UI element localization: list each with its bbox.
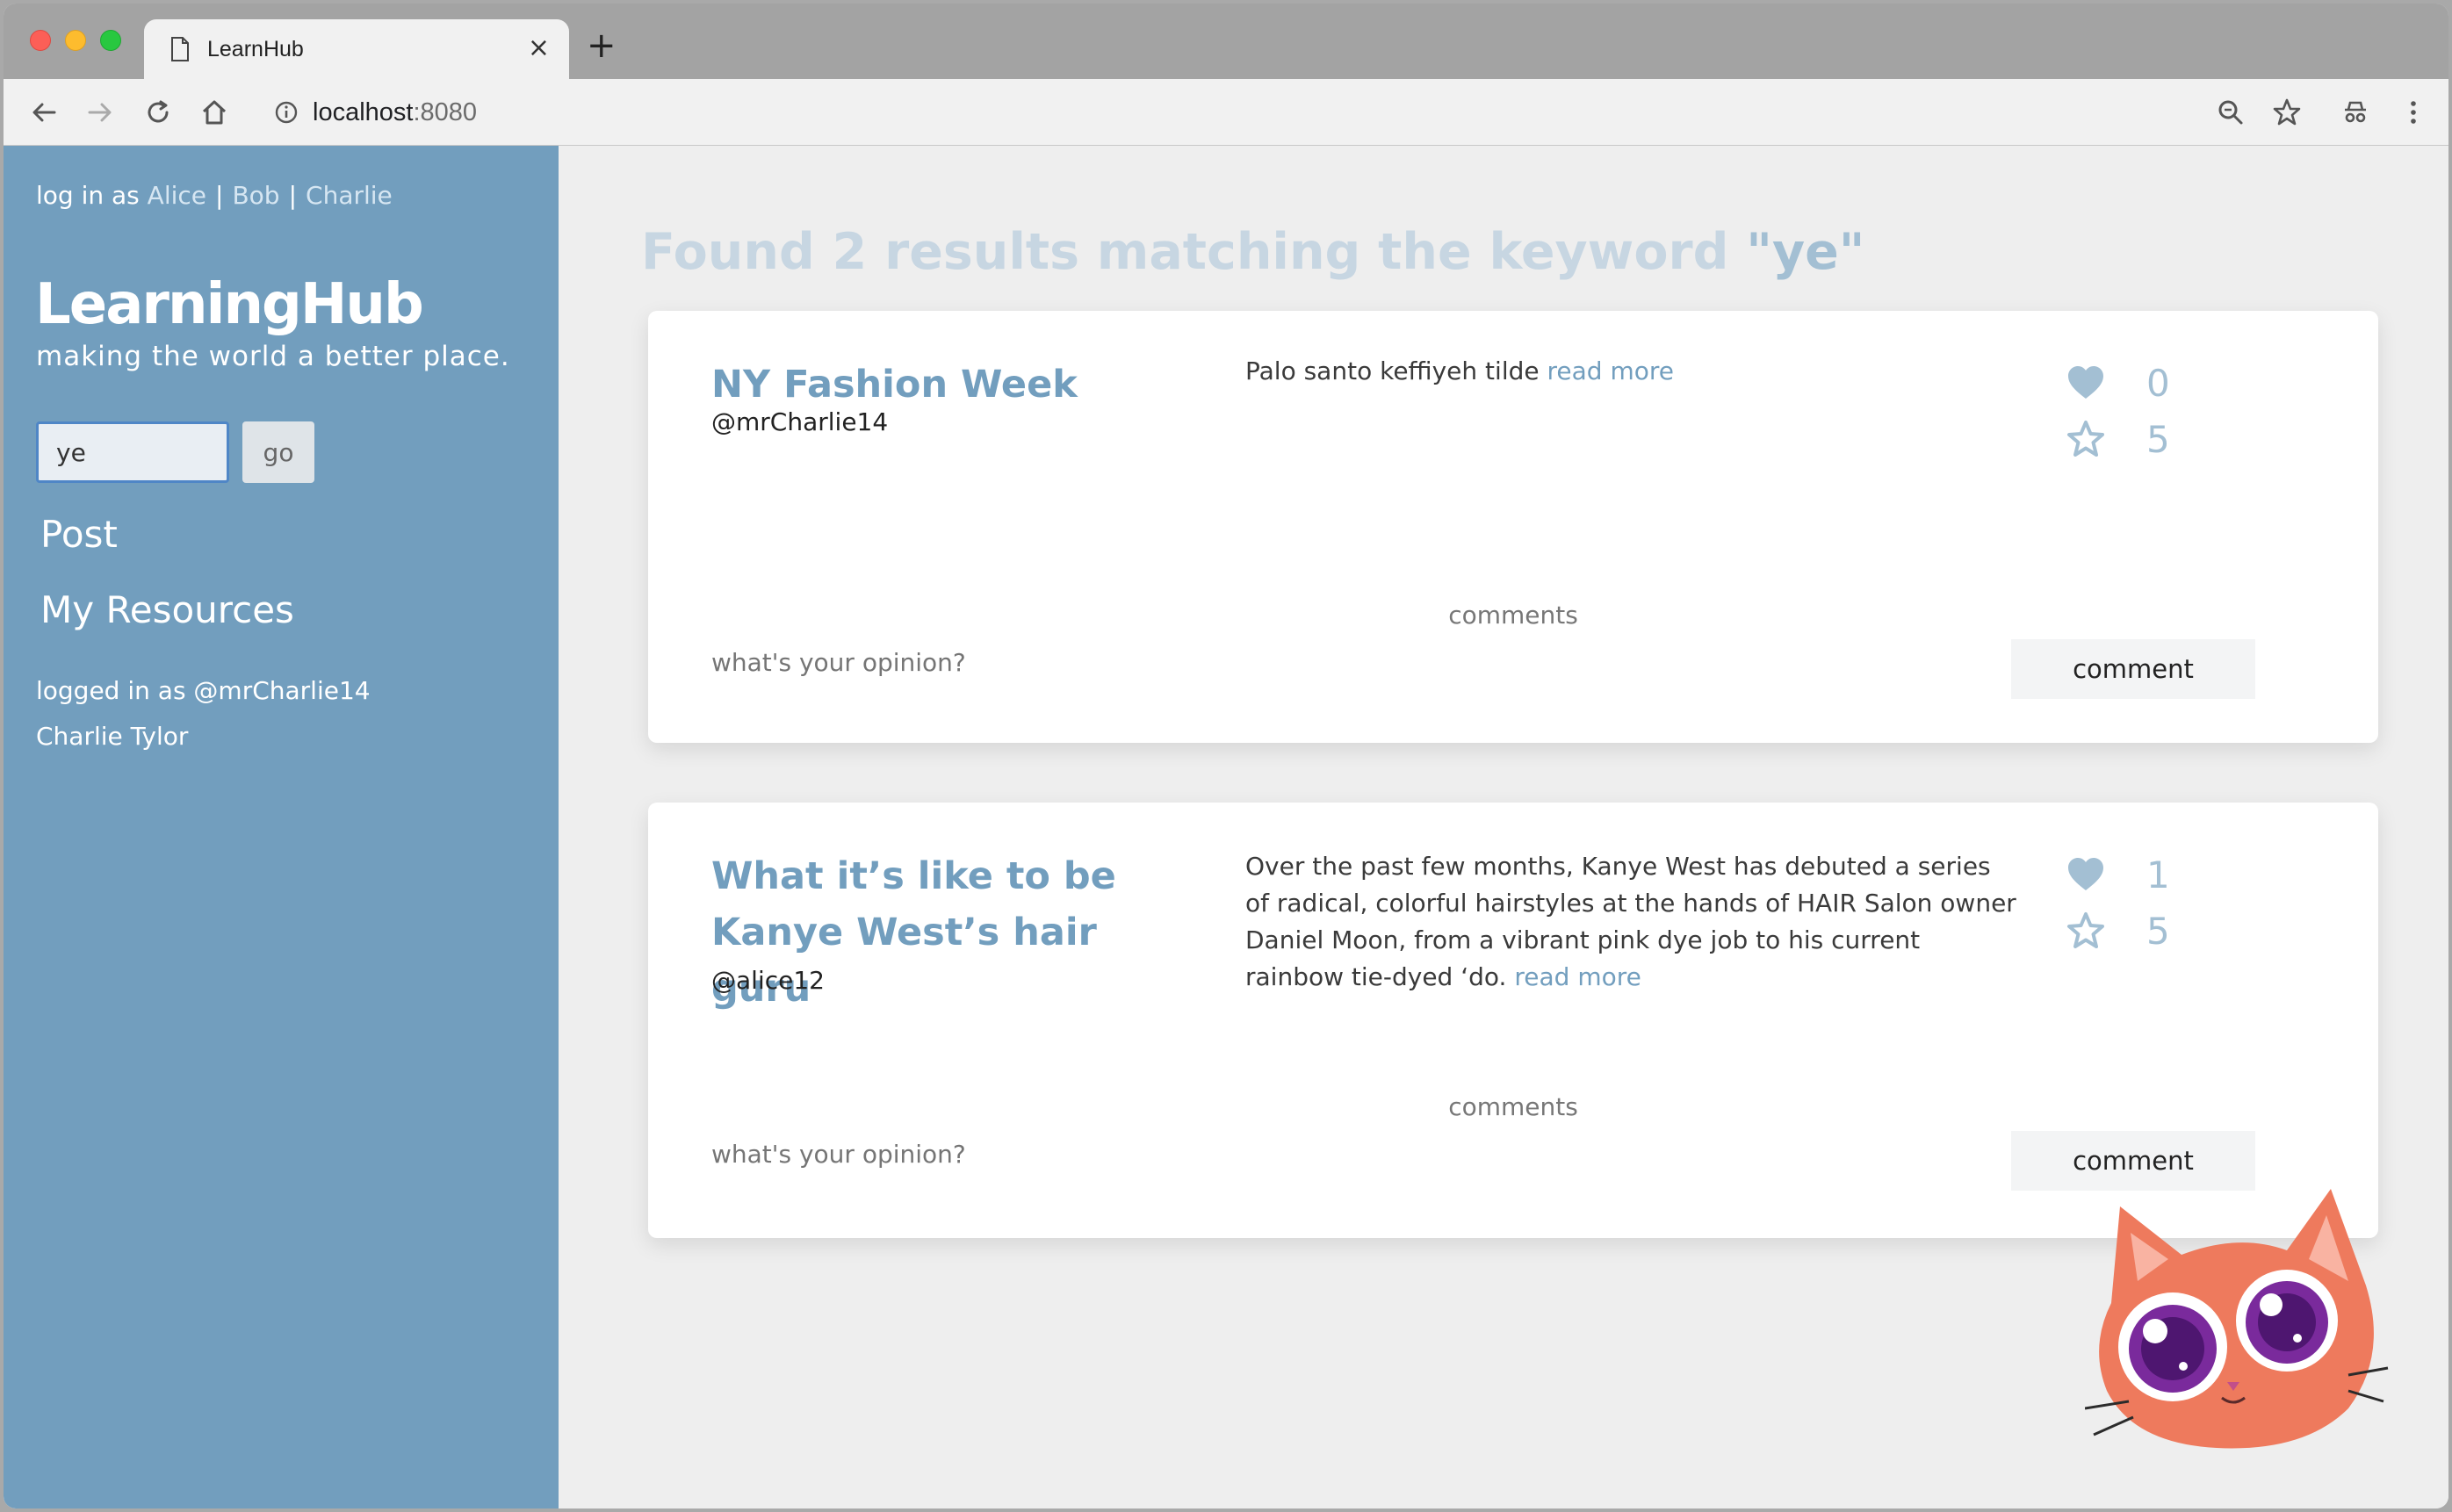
page-content: log in as Alice | Bob | Charlie LearningHub … bbox=[4, 146, 2448, 1508]
logged-in-status: logged in as @mrCharlie14 bbox=[36, 676, 371, 705]
user-full-name: Charlie Tylor bbox=[36, 722, 189, 751]
heart-icon[interactable] bbox=[2066, 364, 2106, 402]
star-icon[interactable] bbox=[2066, 911, 2106, 950]
go-button[interactable]: go bbox=[242, 421, 314, 483]
search-input[interactable] bbox=[36, 421, 229, 483]
tab-close-icon[interactable]: × bbox=[528, 35, 550, 61]
reload-icon[interactable] bbox=[142, 97, 174, 128]
star-count: 5 bbox=[2146, 418, 2170, 461]
address-bar[interactable]: localhost:8080 bbox=[251, 88, 2324, 137]
like-count: 0 bbox=[2146, 362, 2170, 405]
login-charlie-link[interactable]: Charlie bbox=[306, 181, 393, 210]
back-arrow-icon[interactable] bbox=[28, 97, 60, 128]
minimize-window-button[interactable] bbox=[65, 30, 86, 51]
comments-label: comments bbox=[1448, 1092, 1578, 1121]
home-icon[interactable] bbox=[198, 97, 230, 128]
resource-description: Over the past few months, Kanye West has… bbox=[1245, 852, 2016, 991]
info-icon[interactable] bbox=[274, 100, 299, 125]
login-switcher: log in as Alice | Bob | Charlie bbox=[36, 181, 393, 210]
login-bob-link[interactable]: Bob bbox=[232, 181, 279, 210]
bookmark-star-icon[interactable] bbox=[2271, 97, 2303, 128]
close-window-button[interactable] bbox=[30, 30, 51, 51]
comment-button[interactable]: comment bbox=[2011, 639, 2255, 699]
cat-mascot-icon[interactable] bbox=[2085, 1171, 2392, 1452]
forward-arrow-icon[interactable] bbox=[84, 97, 116, 128]
browser-tab[interactable]: LearnHub × bbox=[144, 19, 569, 81]
comments-label: comments bbox=[1448, 601, 1578, 630]
browser-window: LearnHub × + localhost:8080 log in as Al… bbox=[4, 4, 2448, 1508]
resource-description: Palo santo keffiyeh tilde read more bbox=[1245, 356, 1674, 385]
browser-toolbar: localhost:8080 bbox=[4, 79, 2448, 146]
nav-post-link[interactable]: Post bbox=[40, 513, 118, 556]
maximize-window-button[interactable] bbox=[100, 30, 121, 51]
brand-logo[interactable]: LearningHub bbox=[35, 272, 424, 337]
result-card: NY Fashion Week @mrCharlie14 Palo santo … bbox=[648, 311, 2378, 743]
star-icon[interactable] bbox=[2066, 420, 2106, 458]
login-prefix: log in as bbox=[36, 181, 140, 210]
opinion-input[interactable] bbox=[711, 1140, 1326, 1169]
resource-title-link[interactable]: NY Fashion Week bbox=[711, 356, 1203, 413]
resource-author[interactable]: @mrCharlie14 bbox=[711, 407, 888, 436]
results-heading: Found 2 results matching the keyword "ye… bbox=[641, 223, 1865, 281]
zoom-icon[interactable] bbox=[2215, 97, 2246, 128]
menu-kebab-icon[interactable] bbox=[2398, 97, 2429, 128]
opinion-input[interactable] bbox=[711, 648, 1326, 677]
search-keyword: "ye" bbox=[1746, 223, 1865, 281]
new-tab-button[interactable]: + bbox=[587, 28, 617, 63]
window-controls bbox=[30, 30, 121, 51]
tab-title: LearnHub bbox=[207, 37, 304, 61]
like-count: 1 bbox=[2146, 853, 2170, 896]
heart-icon[interactable] bbox=[2066, 855, 2106, 894]
page-icon bbox=[171, 37, 189, 61]
separator: | bbox=[288, 181, 298, 210]
login-alice-link[interactable]: Alice bbox=[148, 181, 206, 210]
tab-strip: LearnHub × + bbox=[4, 4, 2448, 81]
incognito-icon[interactable] bbox=[2340, 97, 2371, 128]
tagline: making the world a better place. bbox=[36, 341, 510, 372]
read-more-link[interactable]: read more bbox=[1514, 962, 1641, 991]
read-more-link[interactable]: read more bbox=[1547, 356, 1674, 385]
url-text: localhost:8080 bbox=[313, 98, 478, 126]
resource-author[interactable]: @alice12 bbox=[711, 966, 825, 995]
nav-my-resources-link[interactable]: My Resources bbox=[40, 588, 294, 631]
separator: | bbox=[215, 181, 224, 210]
star-count: 5 bbox=[2146, 910, 2170, 953]
sidebar: log in as Alice | Bob | Charlie LearningHub … bbox=[4, 146, 559, 1508]
